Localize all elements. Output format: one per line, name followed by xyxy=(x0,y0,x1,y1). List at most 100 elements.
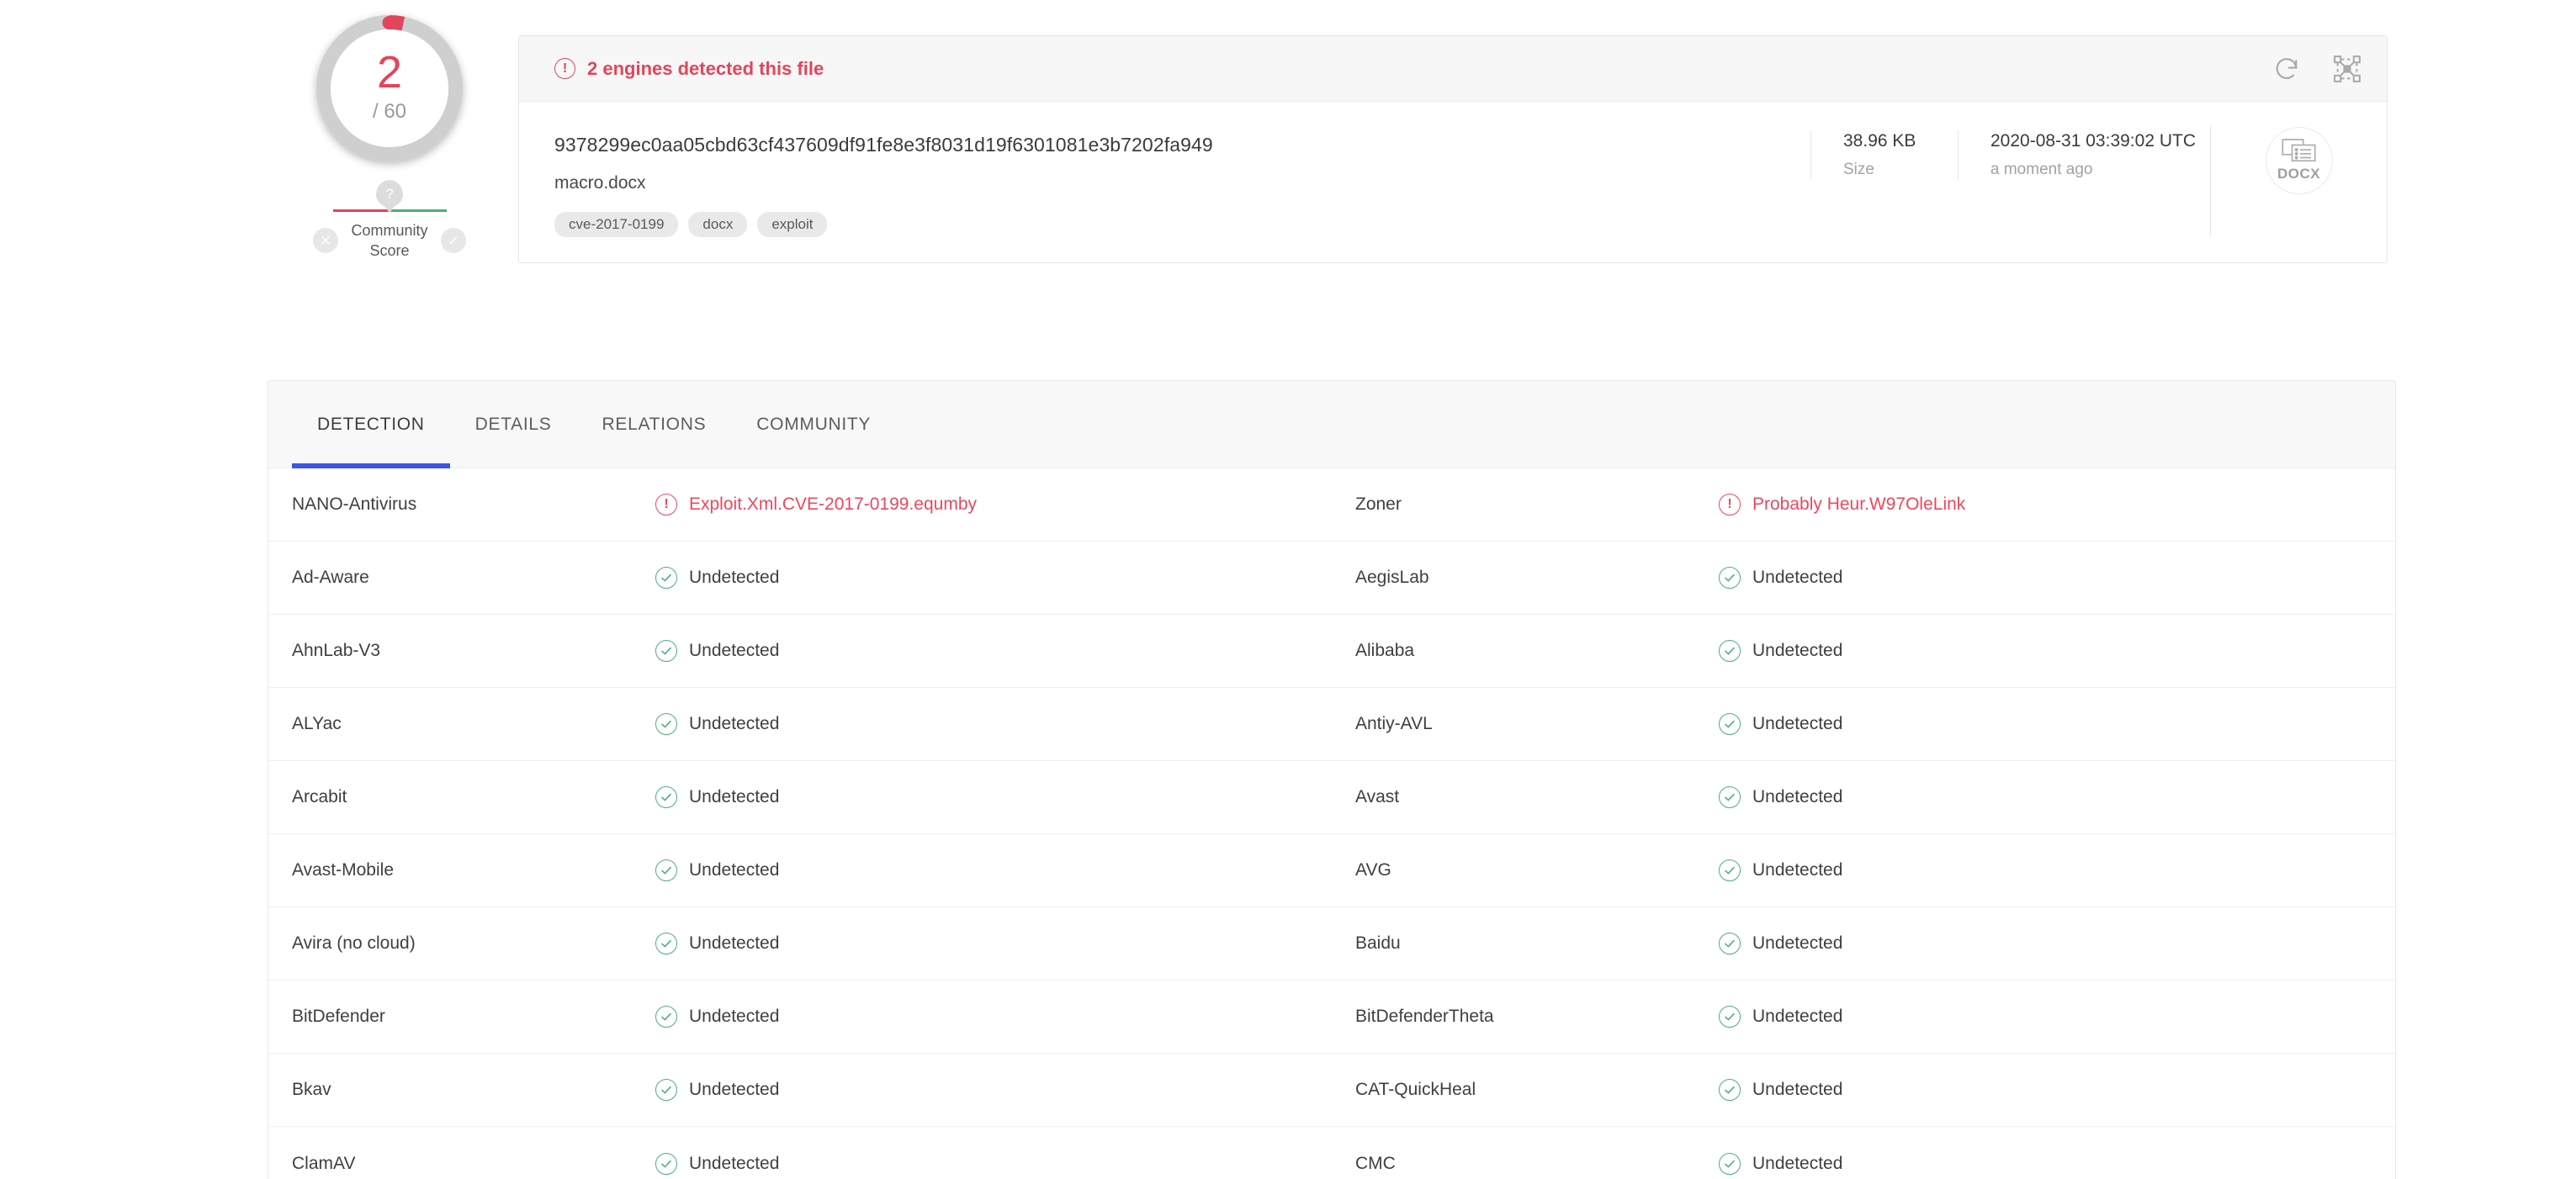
table-row: Avira (no cloud) Undetected Baidu Undetecte… xyxy=(268,907,2395,981)
tag-item[interactable]: cve-2017-0199 xyxy=(554,211,679,237)
engine-result: Undetected xyxy=(655,1006,1332,1028)
file-info-card: ! 2 engines detected this file 9378299ec… xyxy=(518,35,2388,263)
detection-alert-bar: ! 2 engines detected this file xyxy=(519,36,2387,102)
result-text: Undetected xyxy=(1752,787,1843,806)
result-text: Undetected xyxy=(689,568,780,587)
result-text: Undetected xyxy=(689,1007,780,1026)
file-identity: 9378299ec0aa05cbd63cf437609df91fe8e3f803… xyxy=(519,125,1810,237)
engine-name: Avira (no cloud) xyxy=(292,933,416,953)
engine-result: Undetected xyxy=(1719,640,2395,662)
check-circle-icon xyxy=(655,859,677,881)
result-text: Undetected xyxy=(1752,641,1843,660)
detection-count: 2 xyxy=(376,47,403,98)
check-icon[interactable]: ✓ xyxy=(441,228,466,254)
file-size-label: Size xyxy=(1843,161,1874,179)
engine-total: / 60 xyxy=(372,100,407,123)
engine-result: Undetected xyxy=(1719,1006,2395,1028)
engine-result: Undetected xyxy=(655,640,1332,662)
result-text: Exploit.Xml.CVE-2017-0199.equmby xyxy=(689,494,978,514)
engine-name: CAT-QuickHeal xyxy=(1355,1080,1476,1099)
engine-result: Undetected xyxy=(655,933,1332,954)
tag-item[interactable]: docx xyxy=(688,211,748,237)
file-date-label: a moment ago xyxy=(1990,161,2093,179)
result-text: Undetected xyxy=(1752,1007,1843,1026)
tab-bar: DETECTION DETAILS RELATIONS COMMUNITY xyxy=(268,381,2395,468)
community-label-line2: Score xyxy=(369,242,410,260)
engine-result: Undetected xyxy=(655,1152,1332,1175)
detection-alert-text: 2 engines detected this file xyxy=(587,57,824,79)
engine-name: NANO-Antivirus xyxy=(292,494,417,514)
tab-relations[interactable]: RELATIONS xyxy=(577,381,732,468)
result-text: Undetected xyxy=(689,714,780,733)
engine-result: ! Probably Heur.W97OleLink xyxy=(1719,494,2395,515)
result-text: Undetected xyxy=(1752,1080,1843,1099)
file-details: 9378299ec0aa05cbd63cf437609df91fe8e3f803… xyxy=(519,102,2387,262)
exclamation-circle-icon: ! xyxy=(1719,494,1741,515)
engine-name: BitDefender xyxy=(292,1007,385,1026)
result-text: Undetected xyxy=(689,1153,780,1173)
engine-result: Undetected xyxy=(655,859,1332,881)
check-circle-icon xyxy=(655,1152,677,1175)
engine-name: Bkav xyxy=(292,1080,331,1099)
result-text: Undetected xyxy=(689,860,780,880)
times-icon[interactable]: ✕ xyxy=(313,228,338,254)
engine-result: Undetected xyxy=(1719,713,2395,735)
engine-name: AVG xyxy=(1355,860,1391,880)
document-list-icon: DOCX xyxy=(2265,127,2333,194)
check-circle-icon xyxy=(1719,1079,1741,1101)
table-row: AhnLab-V3 Undetected Alibaba Undetected xyxy=(268,615,2395,688)
result-text: Undetected xyxy=(1752,714,1843,733)
check-circle-icon xyxy=(1719,713,1741,735)
result-text: Undetected xyxy=(1752,933,1843,953)
check-circle-icon xyxy=(655,640,677,662)
community-score-row: ✕ Community Score ✓ xyxy=(313,220,466,262)
table-row: Avast-Mobile Undetected AVG Undetected xyxy=(268,834,2395,907)
reanalyze-icon[interactable] xyxy=(2269,51,2304,87)
table-row: ALYac Undetected Antiy-AVL Undetected xyxy=(268,688,2395,761)
check-circle-icon xyxy=(655,567,677,589)
table-row: BitDefender Undetected BitDefenderTheta Und… xyxy=(268,981,2395,1054)
tab-community[interactable]: COMMUNITY xyxy=(731,381,896,468)
result-text: Undetected xyxy=(1752,860,1843,880)
gauge-indicator-cap xyxy=(382,16,397,29)
file-tags: cve-2017-0199 docx exploit xyxy=(554,211,1810,237)
file-size-column: 38.96 KB Size xyxy=(1810,130,1958,180)
community-bar-negative xyxy=(332,209,390,212)
check-circle-icon xyxy=(1719,567,1741,589)
tag-item[interactable]: exploit xyxy=(757,211,828,237)
question-mark-icon[interactable]: ? xyxy=(376,180,403,207)
detection-alert: ! 2 engines detected this file xyxy=(554,58,2269,80)
alert-actions xyxy=(2269,51,2365,87)
engine-name: Antiy-AVL xyxy=(1355,714,1433,733)
check-circle-icon xyxy=(655,786,677,808)
engine-name: CMC xyxy=(1355,1153,1396,1173)
similar-graph-icon[interactable] xyxy=(2330,51,2365,87)
gauge-center: 2 / 60 xyxy=(331,29,448,147)
tab-details[interactable]: DETAILS xyxy=(450,381,577,468)
engine-name: AegisLab xyxy=(1355,568,1429,587)
file-size-value: 38.96 KB xyxy=(1843,131,1916,151)
detection-table: NANO-Antivirus! Exploit.Xml.CVE-2017-0199… xyxy=(268,468,2395,1179)
engine-result: Undetected xyxy=(655,567,1332,589)
exclamation-circle-icon: ! xyxy=(655,494,677,515)
file-type-column: DOCX xyxy=(2210,125,2387,237)
check-circle-icon xyxy=(1719,933,1741,954)
result-text: Probably Heur.W97OleLink xyxy=(1752,494,1966,514)
check-circle-icon xyxy=(1719,859,1741,881)
file-name: macro.docx xyxy=(554,172,646,193)
engine-result: Undetected xyxy=(655,713,1332,735)
check-circle-icon xyxy=(655,713,677,735)
check-circle-icon xyxy=(1719,786,1741,808)
report-header: 2 / 60 ? ✕ Community Score ✓ ! 2 engines… xyxy=(0,0,2576,362)
table-row: ClamAV Undetected CMC Undetected xyxy=(268,1127,2395,1179)
result-text: Undetected xyxy=(689,1080,780,1099)
tab-detection[interactable]: DETECTION xyxy=(292,381,450,468)
community-score-block: ? ✕ Community Score ✓ xyxy=(293,180,486,262)
table-row: Bkav Undetected CAT-QuickHeal Undetected xyxy=(268,1054,2395,1127)
file-date-value: 2020-08-31 03:39:02 UTC xyxy=(1990,131,2196,151)
file-hash[interactable]: 9378299ec0aa05cbd63cf437609df91fe8e3f803… xyxy=(554,134,1810,157)
result-text: Undetected xyxy=(689,641,780,660)
check-circle-icon xyxy=(1719,1006,1741,1028)
engine-name: Avast-Mobile xyxy=(292,860,394,880)
table-row: Arcabit Undetected Avast Undetected xyxy=(268,761,2395,834)
